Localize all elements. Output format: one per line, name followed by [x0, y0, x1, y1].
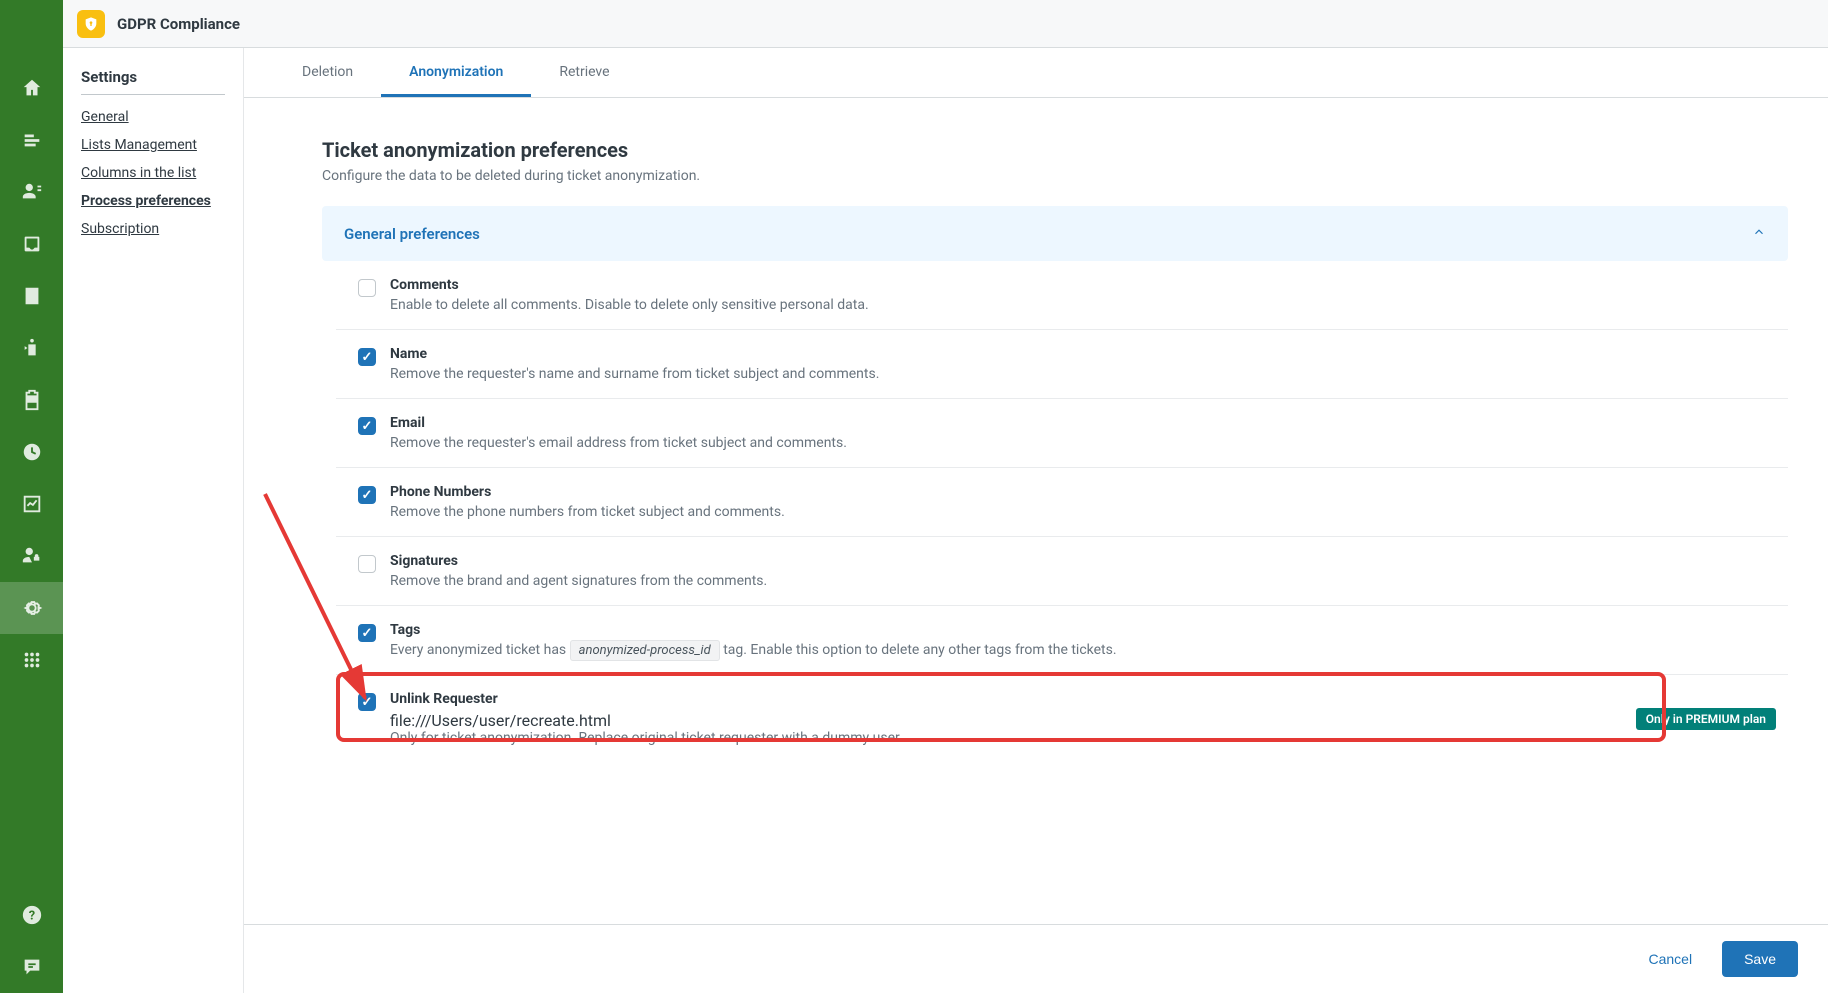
- pref-desc: Remove the requester's email address fro…: [390, 435, 1776, 451]
- pref-unlink-requester: Unlink Requester file:///Users/user/recr…: [336, 675, 1788, 762]
- pref-title: Name: [390, 346, 1776, 362]
- sidebar-item-general[interactable]: General: [81, 109, 225, 125]
- nav-person-icon[interactable]: [0, 322, 63, 374]
- nav-home-icon[interactable]: [0, 62, 63, 114]
- nav-apps-icon[interactable]: [0, 634, 63, 686]
- app-title: GDPR Compliance: [117, 15, 240, 33]
- top-header: GDPR Compliance: [63, 0, 1828, 48]
- accordion-title: General preferences: [344, 225, 480, 243]
- sidebar-item-lists-management[interactable]: Lists Management: [81, 137, 225, 153]
- nav-users-icon[interactable]: [0, 166, 63, 218]
- sidebar-item-process-preferences[interactable]: Process preferences: [81, 193, 225, 209]
- save-button[interactable]: Save: [1722, 941, 1798, 977]
- tab-anonymization[interactable]: Anonymization: [381, 48, 531, 97]
- checkbox-tags[interactable]: [358, 624, 376, 642]
- checkbox-email[interactable]: [358, 417, 376, 435]
- pref-desc: Every anonymized ticket has anonymized-p…: [390, 642, 1776, 658]
- pref-desc: Enable to delete all comments. Disable t…: [390, 297, 1776, 313]
- pref-signatures: Signatures Remove the brand and agent si…: [336, 537, 1788, 606]
- settings-heading: Settings: [81, 68, 225, 95]
- nav-clipboard-icon[interactable]: [0, 374, 63, 426]
- nav-org-icon[interactable]: [0, 270, 63, 322]
- tab-deletion[interactable]: Deletion: [274, 48, 381, 97]
- sidebar-item-columns[interactable]: Columns in the list: [81, 165, 225, 181]
- pref-title: Signatures: [390, 553, 1776, 569]
- pref-comments: Comments Enable to delete all comments. …: [336, 261, 1788, 330]
- pref-phone: Phone Numbers Remove the phone numbers f…: [336, 468, 1788, 537]
- page-title: Ticket anonymization preferences: [322, 138, 1788, 162]
- chevron-up-icon: [1752, 224, 1766, 243]
- nav-lock-user-icon[interactable]: [0, 530, 63, 582]
- svg-text:?: ?: [28, 909, 34, 924]
- pref-title: Email: [390, 415, 1776, 431]
- nav-settings-icon[interactable]: [0, 582, 63, 634]
- settings-sidebar: Settings General Lists Management Column…: [63, 48, 243, 993]
- main-panel: Deletion Anonymization Retrieve Ticket a…: [243, 48, 1828, 993]
- nav-list-icon[interactable]: [0, 114, 63, 166]
- nav-inbox-icon[interactable]: [0, 218, 63, 270]
- nav-chat-icon[interactable]: [0, 941, 63, 993]
- checkbox-name[interactable]: [358, 348, 376, 366]
- tabs: Deletion Anonymization Retrieve: [244, 48, 1828, 98]
- nav-help-icon[interactable]: ?: [0, 889, 63, 941]
- checkbox-unlink-requester[interactable]: [358, 693, 376, 711]
- pref-title: Comments: [390, 277, 1776, 293]
- tab-retrieve[interactable]: Retrieve: [531, 48, 637, 97]
- code-tag: anonymized-process_id: [570, 640, 720, 661]
- footer: Cancel Save: [244, 924, 1828, 993]
- nav-chart-icon[interactable]: [0, 478, 63, 530]
- pref-email: Email Remove the requester's email addre…: [336, 399, 1788, 468]
- nav-clock-icon[interactable]: [0, 426, 63, 478]
- pref-name: Name Remove the requester's name and sur…: [336, 330, 1788, 399]
- pref-tags: Tags Every anonymized ticket has anonymi…: [336, 606, 1788, 675]
- pref-desc: Remove the requester's name and surname …: [390, 366, 1776, 382]
- pref-title: Phone Numbers: [390, 484, 1776, 500]
- pref-desc: Only for ticket anonymization. Replace o…: [390, 730, 1624, 746]
- pref-title: Tags: [390, 622, 1776, 638]
- pref-title: Unlink Requester: [390, 691, 1624, 707]
- accordion-general-preferences[interactable]: General preferences: [322, 206, 1788, 261]
- checkbox-signatures[interactable]: [358, 555, 376, 573]
- premium-badge: Only in PREMIUM plan: [1636, 708, 1776, 730]
- pref-desc: Remove the brand and agent signatures fr…: [390, 573, 1776, 589]
- pref-desc: Remove the phone numbers from ticket sub…: [390, 504, 1776, 520]
- app-shield-icon: [77, 10, 105, 38]
- cancel-button[interactable]: Cancel: [1636, 943, 1704, 975]
- checkbox-phone[interactable]: [358, 486, 376, 504]
- sidebar-item-subscription[interactable]: Subscription: [81, 221, 225, 237]
- page-subtitle: Configure the data to be deleted during …: [322, 168, 1788, 184]
- left-nav-rail: ?: [0, 0, 63, 993]
- checkbox-comments[interactable]: [358, 279, 376, 297]
